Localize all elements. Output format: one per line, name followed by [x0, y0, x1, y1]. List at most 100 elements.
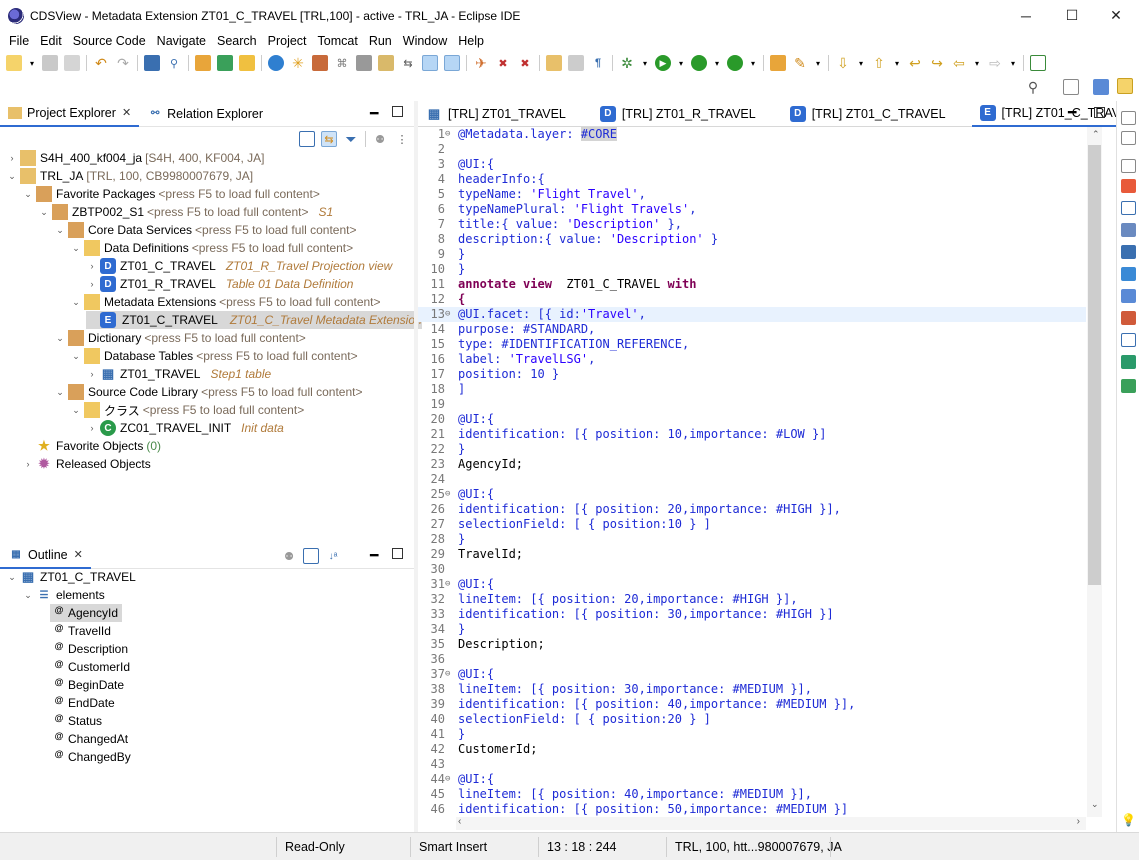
expand-arrow-icon[interactable]: ⌄: [54, 333, 66, 344]
back-icon[interactable]: ⇦: [951, 55, 967, 71]
outline-element[interactable]: @ Status: [50, 712, 106, 730]
tree-item[interactable]: ⌄ Dictionary <press F5 to load full conte…: [54, 329, 306, 347]
fold-icon[interactable]: ⊖: [445, 307, 455, 322]
editor-tab[interactable]: D [TRL] ZT01_R_TRAVEL: [592, 101, 782, 127]
expand-arrow-icon[interactable]: ⌄: [70, 351, 82, 362]
book-icon[interactable]: [1121, 245, 1136, 259]
maximize-view-icon[interactable]: [392, 106, 403, 117]
dropdown-icon[interactable]: ▾: [713, 55, 721, 71]
outline-element[interactable]: @ Description: [50, 640, 132, 658]
dropdown-icon[interactable]: ▾: [973, 55, 981, 71]
open-object-icon[interactable]: [195, 55, 211, 71]
view-icon[interactable]: [1121, 131, 1136, 145]
undo-icon[interactable]: ↶: [93, 55, 109, 71]
search-icon[interactable]: ⚲: [1025, 79, 1041, 95]
dropdown-icon[interactable]: ▾: [893, 55, 901, 71]
menu-edit[interactable]: Edit: [38, 34, 64, 48]
view-menu-icon[interactable]: ⋮: [394, 131, 410, 147]
minimize-button[interactable]: ─: [1003, 0, 1049, 31]
sync-icon[interactable]: ⇆: [400, 55, 416, 71]
collapse-all-icon[interactable]: [299, 131, 315, 147]
outline-element[interactable]: @ EndDate: [50, 694, 119, 712]
save-all-icon[interactable]: [64, 55, 80, 71]
run-icon[interactable]: ▶: [655, 55, 671, 71]
copy-icon[interactable]: [378, 55, 394, 71]
minimize-view-icon[interactable]: ━: [370, 547, 378, 564]
java-perspective-icon[interactable]: [1117, 78, 1133, 94]
scroll-left-icon[interactable]: ‹: [458, 816, 461, 827]
forward-edit-icon[interactable]: ↪: [929, 55, 945, 71]
debug-icon[interactable]: ✈: [473, 55, 489, 71]
expand-arrow-icon[interactable]: ⌄: [54, 225, 66, 236]
menu-help[interactable]: Help: [456, 34, 486, 48]
restore-icon[interactable]: [1121, 159, 1136, 173]
tree-item[interactable]: › S4H_400_kf004_ja [S4H, 400, KF004, JA]: [6, 149, 265, 167]
next-annotation-icon[interactable]: ⇩: [835, 55, 851, 71]
tree-item[interactable]: › D ZT01_R_TRAVEL Table 01 Data Definition: [86, 275, 353, 293]
tree-item[interactable]: ⌄ TRL_JA [TRL, 100, CB9980007679, JA]: [6, 167, 253, 185]
dropdown-icon[interactable]: ▾: [1009, 55, 1017, 71]
expand-arrow-icon[interactable]: ⌄: [6, 171, 18, 182]
dropdown-icon[interactable]: ▾: [28, 55, 36, 71]
minimize-view-icon[interactable]: ━: [370, 105, 378, 122]
outline-icon[interactable]: [568, 55, 584, 71]
expand-arrow-icon[interactable]: ⌄: [70, 297, 82, 308]
new-icon[interactable]: [6, 55, 22, 71]
terminate-icon[interactable]: ✖: [517, 55, 533, 71]
maximize-editor-icon[interactable]: [1094, 107, 1105, 118]
expand-arrow-icon[interactable]: ›: [86, 423, 98, 433]
pin-icon[interactable]: [422, 55, 438, 71]
bookmarks-icon[interactable]: [1121, 223, 1136, 237]
dropdown-icon[interactable]: ▾: [857, 55, 865, 71]
link-editor-icon[interactable]: ⇆: [321, 131, 337, 147]
tree-item[interactable]: ★ Favorite Objects (0): [22, 437, 161, 455]
paragraph-icon[interactable]: ¶: [590, 55, 606, 71]
expand-arrow-icon[interactable]: ⌄: [70, 405, 82, 416]
outline-element[interactable]: @ CustomerId: [50, 658, 134, 676]
tree-item[interactable]: E ZT01_C_TRAVEL ZT01_C_Travel Metadata Ext…: [86, 311, 422, 329]
expand-arrow-icon[interactable]: ⌄: [54, 387, 66, 398]
focus-icon[interactable]: ⚉: [372, 131, 388, 147]
highlight-icon[interactable]: [444, 55, 460, 71]
collapse-all-icon[interactable]: [303, 548, 319, 564]
menu-source-code[interactable]: Source Code: [71, 34, 148, 48]
editor-tab[interactable]: D [TRL] ZT01_C_TRAVEL: [782, 101, 972, 127]
fold-icon[interactable]: ⊖: [445, 577, 455, 592]
dropdown-icon[interactable]: ▾: [749, 55, 757, 71]
tasks-icon[interactable]: [1121, 333, 1136, 347]
filter-icon[interactable]: ⏷: [343, 131, 359, 147]
tree-item[interactable]: › D ZT01_C_TRAVEL ZT01_R_Travel Projection …: [86, 257, 392, 275]
coverage-icon[interactable]: [691, 55, 707, 71]
scroll-right-icon[interactable]: ›: [1077, 816, 1080, 827]
check-icon[interactable]: [268, 55, 284, 71]
feed-icon[interactable]: [1121, 267, 1136, 281]
code-editor[interactable]: 1 ⊖ @Metadata.layer: #CORE 2 3 @UI:{4 headerIn…: [418, 127, 1086, 817]
hierarchy-icon[interactable]: ⌘: [334, 55, 350, 71]
vertical-scrollbar[interactable]: ⌃ ⌄: [1087, 127, 1102, 817]
print-icon[interactable]: [356, 55, 372, 71]
external-tools-icon[interactable]: [727, 55, 743, 71]
menu-navigate[interactable]: Navigate: [155, 34, 208, 48]
tab-outline[interactable]: ▦ Outline ✕: [0, 542, 91, 569]
redo-icon[interactable]: ↷: [115, 55, 131, 71]
menu-project[interactable]: Project: [266, 34, 309, 48]
scroll-thumb[interactable]: [1088, 145, 1101, 585]
menu-tomcat[interactable]: Tomcat: [316, 34, 360, 48]
fold-icon[interactable]: ⊖: [445, 487, 455, 502]
tree-item[interactable]: ⌄ Core Data Services <press F5 to load fu…: [54, 221, 356, 239]
outline-group[interactable]: ⌄ ☰ elements: [22, 586, 104, 604]
tree-item[interactable]: ⌄ Source Code Library <press F5 to load f…: [54, 383, 363, 401]
dropdown-icon[interactable]: ▾: [814, 55, 822, 71]
link-icon[interactable]: ⚲: [166, 55, 182, 71]
wand-icon[interactable]: ✎: [792, 55, 808, 71]
expand-arrow-icon[interactable]: ⌄: [70, 243, 82, 254]
prev-annotation-icon[interactable]: ⇧: [871, 55, 887, 71]
fold-icon[interactable]: ⊖: [445, 667, 455, 682]
tree-item[interactable]: ⌄ Metadata Extensions <press F5 to load f…: [70, 293, 381, 311]
tree-item[interactable]: ⌄ Data Definitions <press F5 to load full…: [70, 239, 353, 257]
horizontal-scrollbar[interactable]: ‹ ›: [456, 816, 1086, 830]
menu-file[interactable]: File: [7, 34, 31, 48]
scroll-down-icon[interactable]: ⌄: [1091, 799, 1099, 810]
expand-arrow-icon[interactable]: ⌄: [22, 590, 34, 601]
tree-item[interactable]: ⌄ クラス <press F5 to load full content>: [70, 401, 304, 419]
